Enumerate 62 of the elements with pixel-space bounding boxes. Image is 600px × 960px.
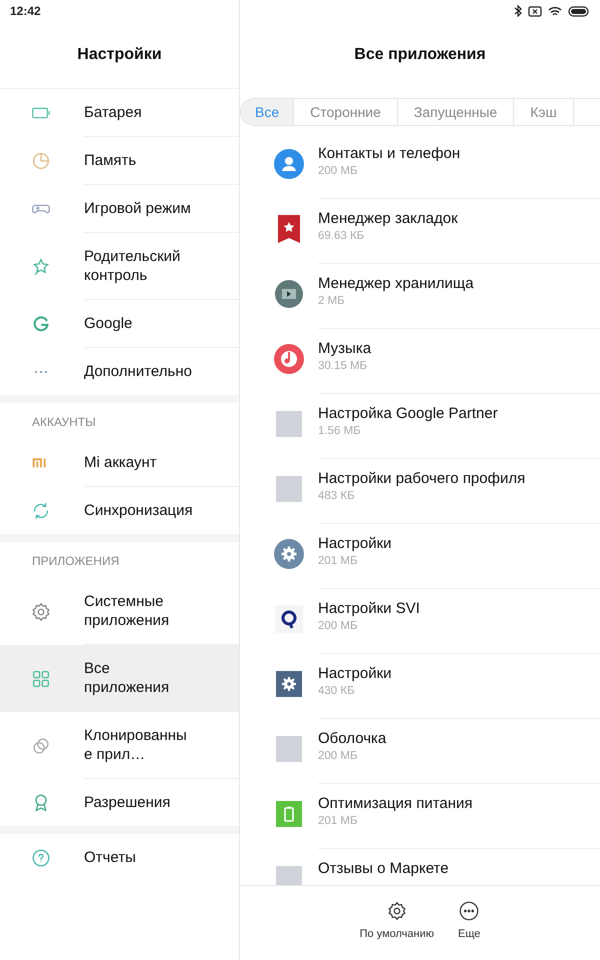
q-logo-icon: [274, 604, 304, 634]
app-placeholder-icon: [274, 409, 304, 439]
clock-time: 12:42: [10, 4, 41, 18]
pie-chart-icon: [30, 150, 52, 172]
settings-icon: [30, 600, 52, 622]
sidebar-item[interactable]: Клонированные прил…: [0, 712, 239, 779]
settings-icon: [386, 900, 408, 922]
app-size: 1.56 МБ: [318, 425, 362, 437]
sidebar-item[interactable]: Разрешения: [0, 779, 239, 826]
section-header: АККАУНТЫ: [32, 415, 96, 429]
app-size: 430 КБ: [318, 685, 356, 697]
star-icon: [30, 256, 52, 278]
app-name: Настройки SVI: [318, 599, 421, 618]
app-size: 200 МБ: [318, 620, 359, 632]
more-icon: [458, 900, 480, 922]
person-icon: [274, 149, 304, 179]
sidebar-item[interactable]: Память: [0, 137, 239, 185]
storage-icon: [274, 279, 304, 309]
help-icon: [30, 846, 52, 868]
app-size: 2 МБ: [318, 295, 346, 307]
app-name: Менеджер хранилища: [318, 274, 475, 293]
app-name: Контакты и телефон: [318, 144, 462, 163]
settings-icon: [274, 669, 304, 699]
music-icon: [274, 344, 304, 374]
sidebar-item[interactable]: Синхронизация: [0, 487, 239, 534]
section-header: ПРИЛОЖЕНИЯ: [32, 554, 120, 568]
app-name: Менеджер закладок: [318, 209, 459, 228]
battery-icon: [274, 799, 304, 829]
app-size: 483 КБ: [318, 490, 356, 502]
page-title: Все приложения: [354, 46, 486, 64]
app-placeholder-icon: [274, 474, 304, 504]
sidebar-item[interactable]: Mi аккаунт: [0, 439, 239, 487]
app-name: Настройки рабочего профиля: [318, 469, 526, 488]
bluetooth-icon: [514, 5, 522, 17]
sidebar-item[interactable]: Родительский контроль: [0, 233, 239, 300]
app-size: 30.15 МБ: [318, 360, 368, 372]
wifi-icon: [548, 6, 562, 16]
sidebar-title: Настройки: [77, 46, 162, 64]
sidebar-item[interactable]: Игровой режим: [0, 185, 239, 233]
sidebar-item[interactable]: Батарея: [0, 89, 239, 137]
sidebar-item[interactable]: Дополнительно: [0, 348, 239, 395]
app-name: Настройки: [318, 664, 393, 683]
sidebar-item[interactable]: Google: [0, 300, 239, 348]
app-name: Отзывы о Маркете: [318, 859, 450, 878]
app-size: 201 МБ: [318, 555, 359, 567]
app-name: Настройки: [318, 534, 393, 553]
app-size: 201 МБ: [318, 815, 359, 827]
app-name: Оптимизация питания: [318, 794, 474, 813]
sidebar-item[interactable]: Отчеты: [0, 834, 239, 881]
app-name: Музыка: [318, 339, 372, 358]
battery-icon: [568, 6, 590, 16]
app-size: 69.63 КБ: [318, 230, 366, 242]
app-size: 200 МБ: [318, 165, 359, 177]
action-button[interactable]: Еще: [458, 900, 480, 960]
action-button[interactable]: По умолчанию: [360, 900, 434, 960]
app-size: 200 МБ: [318, 750, 359, 762]
sim-card-icon: [528, 6, 542, 16]
app-placeholder-icon: [274, 734, 304, 764]
sidebar-item[interactable]: Все приложения: [0, 645, 239, 712]
app-name: Настройка Google Partner: [318, 404, 499, 423]
settings-icon: [274, 539, 304, 569]
app-name: Оболочка: [318, 729, 388, 748]
